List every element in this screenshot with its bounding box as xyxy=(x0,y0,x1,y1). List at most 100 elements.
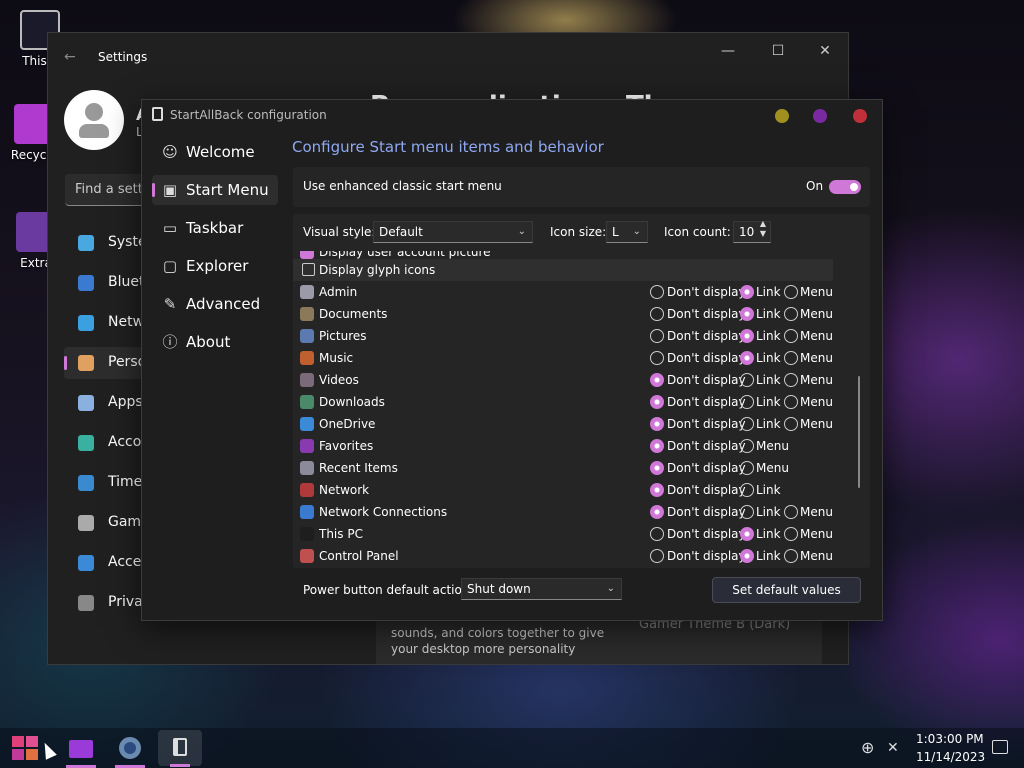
radio-don-t-display[interactable] xyxy=(650,439,664,453)
icon-size-select[interactable]: L ⌄ xyxy=(606,221,648,243)
sidebar-item-perso[interactable]: Perso xyxy=(64,347,146,379)
sidebar-item-apps[interactable]: Apps xyxy=(64,387,144,419)
wifi-icon xyxy=(78,315,94,331)
radio-link[interactable] xyxy=(740,307,754,321)
radio-don-t-display[interactable] xyxy=(650,395,664,409)
sidebar-item-syster[interactable]: Syster xyxy=(64,227,152,259)
radio-link[interactable] xyxy=(740,351,754,365)
radio-link[interactable] xyxy=(740,395,754,409)
sidebar-item-gamin[interactable]: Gamin xyxy=(64,507,154,539)
radio-don-t-display[interactable] xyxy=(650,285,664,299)
brush-icon xyxy=(78,355,94,371)
enhanced-menu-label: Use enhanced classic start menu xyxy=(303,179,502,193)
sidebar-item-netwo[interactable]: Netwo xyxy=(64,307,153,339)
person-icon xyxy=(85,103,103,121)
sidebar-item-privac[interactable]: Privac xyxy=(64,587,150,619)
radio-menu[interactable] xyxy=(740,461,754,475)
list-item: Network Don't display Link xyxy=(293,479,833,501)
chevron-down-icon: ⌄ xyxy=(606,583,615,594)
radio-link[interactable] xyxy=(740,417,754,431)
sidebar-item-acces[interactable]: Acces xyxy=(64,547,149,579)
theme-card: sounds, and colors together to give your… xyxy=(376,615,822,664)
radio-don-t-display[interactable] xyxy=(650,373,664,387)
radio-don-t-display[interactable] xyxy=(650,483,664,497)
toggle-knob xyxy=(850,183,858,191)
items-panel: Visual style: Default ⌄ Icon size: L ⌄ Ico… xyxy=(293,214,870,568)
radio-menu[interactable] xyxy=(784,351,798,365)
nav-item-start-menu[interactable]: ▣ Start Menu xyxy=(152,175,278,205)
radio-don-t-display[interactable] xyxy=(650,527,664,541)
language-globe-icon[interactable]: ⊕ xyxy=(861,738,874,757)
radio-don-t-display[interactable] xyxy=(650,307,664,321)
radio-link[interactable] xyxy=(740,373,754,387)
radio-link[interactable] xyxy=(740,549,754,563)
scrollbar-thumb[interactable] xyxy=(858,376,860,488)
sidebar-item-accou[interactable]: Accou xyxy=(64,427,150,459)
videos-icon xyxy=(300,373,314,387)
recent-items-icon xyxy=(300,461,314,475)
close-button[interactable] xyxy=(853,109,867,123)
enhanced-menu-toggle[interactable] xyxy=(829,180,861,194)
clock-date[interactable]: 11/14/2023 xyxy=(916,750,985,764)
radio-menu[interactable] xyxy=(784,307,798,321)
folder-icon: ▢ xyxy=(162,257,178,275)
glyph-checkbox[interactable] xyxy=(302,263,315,276)
notification-icon[interactable] xyxy=(992,740,1008,754)
radio-menu[interactable] xyxy=(784,549,798,563)
radio-don-t-display[interactable] xyxy=(650,549,664,563)
radio-don-t-display[interactable] xyxy=(650,505,664,519)
start-button[interactable] xyxy=(11,735,39,761)
settings-taskbar-button[interactable] xyxy=(115,734,145,768)
clock-time[interactable]: 1:03:00 PM xyxy=(916,732,984,746)
glyph-icons-row[interactable]: Display glyph icons xyxy=(293,259,833,281)
radio-link[interactable] xyxy=(740,505,754,519)
network-connections-icon xyxy=(300,505,314,519)
radio-menu[interactable] xyxy=(784,329,798,343)
radio-link[interactable] xyxy=(740,329,754,343)
sidebar-item-time[interactable]: Time xyxy=(64,467,144,499)
nav-item-welcome[interactable]: ☺ Welcome xyxy=(152,137,278,167)
gear-icon xyxy=(119,737,141,759)
power-action-select[interactable]: Shut down ⌄ xyxy=(461,578,622,600)
maximize-button[interactable] xyxy=(813,109,827,123)
maximize-button[interactable]: ☐ xyxy=(758,41,798,61)
radio-link[interactable] xyxy=(740,285,754,299)
radio-don-t-display[interactable] xyxy=(650,351,664,365)
radio-don-t-display[interactable] xyxy=(650,329,664,343)
radio-don-t-display[interactable] xyxy=(650,461,664,475)
icon-count-label: Icon count: xyxy=(664,225,731,239)
nav-item-taskbar[interactable]: ▭ Taskbar xyxy=(152,213,278,243)
sidebar-item-blueto[interactable]: Blueto xyxy=(64,267,153,299)
close-button[interactable]: ✕ xyxy=(805,41,845,61)
back-arrow-icon[interactable]: ← xyxy=(64,49,76,65)
spin-arrows-icon[interactable]: ▲ ▼ xyxy=(760,219,766,239)
nav-item-explorer[interactable]: ▢ Explorer xyxy=(152,251,278,281)
list-item: Music Don't display Link Menu xyxy=(293,347,833,369)
radio-menu[interactable] xyxy=(784,417,798,431)
nav-item-advanced[interactable]: ✎ Advanced xyxy=(152,289,278,319)
toggle-state-label: On xyxy=(806,179,824,193)
set-default-button[interactable]: Set default values xyxy=(712,577,861,603)
file-explorer-taskbar-button[interactable] xyxy=(66,734,96,768)
radio-menu[interactable] xyxy=(740,439,754,453)
radio-menu[interactable] xyxy=(784,285,798,299)
list-item: Recent Items Don't display Menu xyxy=(293,457,833,479)
icon-count-stepper[interactable]: 10 ▲ ▼ xyxy=(733,219,771,243)
radio-link[interactable] xyxy=(740,527,754,541)
scrollbar-track[interactable] xyxy=(856,250,862,566)
radio-menu[interactable] xyxy=(784,505,798,519)
radio-menu[interactable] xyxy=(784,395,798,409)
shield-icon xyxy=(78,595,94,611)
minimize-button[interactable] xyxy=(775,109,789,123)
radio-link[interactable] xyxy=(740,483,754,497)
minimize-button[interactable]: — xyxy=(708,41,748,61)
visual-style-select[interactable]: Default ⌄ xyxy=(373,221,533,243)
network-disconnected-icon[interactable]: ✕ xyxy=(887,740,899,756)
startallback-window: StartAllBack configuration ☺ Welcome ▣ Star… xyxy=(141,99,883,621)
radio-menu[interactable] xyxy=(784,527,798,541)
nav-item-about[interactable]: ⓘ About xyxy=(152,327,278,357)
radio-menu[interactable] xyxy=(784,373,798,387)
taskbar-icon: ▭ xyxy=(162,219,178,237)
radio-don-t-display[interactable] xyxy=(650,417,664,431)
startallback-taskbar-button[interactable] xyxy=(158,730,202,767)
